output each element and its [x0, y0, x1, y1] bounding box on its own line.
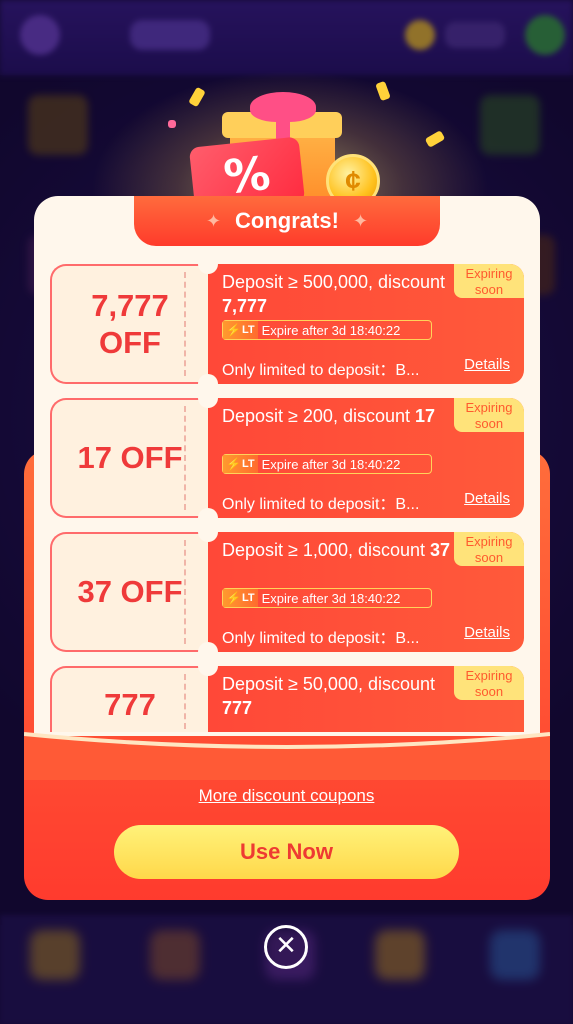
sparkle-icon: ✦ — [352, 210, 369, 231]
modal-title: Congrats! — [235, 208, 339, 233]
close-icon[interactable]: ✕ — [264, 925, 308, 969]
perforation-line — [184, 540, 186, 644]
perforation-line — [184, 272, 186, 376]
coupon-amount: 37 OFF — [77, 574, 183, 610]
coupon-notch — [198, 656, 218, 676]
coupon-amount-suffix: OFF — [98, 325, 161, 360]
expire-timer: ⚡ LT Expire after 3d 18:40:22 — [222, 454, 432, 474]
coupon-amount: 17 OFF — [77, 440, 183, 476]
coupon-description: Deposit ≥ 200, discount 17 — [222, 406, 436, 426]
coupon-amount: 777 — [104, 687, 156, 722]
limited-time-tag: ⚡ LT — [223, 589, 258, 607]
more-discount-coupons-link[interactable]: More discount coupons — [0, 786, 573, 806]
confetti — [168, 120, 176, 128]
coupon-amount: 7,777 — [91, 287, 169, 323]
lightning-icon: ⚡ — [226, 591, 241, 605]
expire-timer: ⚡ LT Expire after 3d 18:40:22 — [222, 588, 432, 608]
expiring-soon-badge: Expiring soon — [454, 398, 524, 432]
expire-countdown: Expire after 3d 18:40:22 — [261, 456, 401, 472]
expiring-soon-badge: Expiring soon — [454, 532, 524, 566]
use-now-button[interactable]: Use Now — [114, 825, 459, 879]
coupon-description: Deposit ≥ 1,000, discount 37 — [222, 540, 451, 560]
limited-time-tag: ⚡ LT — [223, 321, 258, 339]
lightning-icon: ⚡ — [226, 457, 241, 471]
coupon-list[interactable]: 7,777 OFF Deposit ≥ 500,000, discount 7,… — [50, 264, 524, 732]
expire-countdown: Expire after 3d 18:40:22 — [261, 590, 401, 606]
deposit-limit-text: Only limited to deposit：B... — [222, 362, 420, 379]
modal-header: ✦ Congrats! ✦ — [134, 196, 440, 246]
coupon-card[interactable]: 7,777 OFF Deposit ≥ 500,000, discount 7,… — [50, 264, 524, 394]
deposit-limit-text: Only limited to deposit：B... — [222, 630, 420, 647]
coupon-card[interactable]: 37 OFF Deposit ≥ 1,000, discount 37 Expi… — [50, 522, 524, 662]
coupon-info-panel: Deposit ≥ 200, discount 17 Expiring soon… — [208, 398, 524, 518]
coupon-info-panel: Deposit ≥ 1,000, discount 37 Expiring so… — [208, 532, 524, 652]
sparkle-icon: ✦ — [205, 210, 222, 231]
gift-bow — [250, 92, 316, 122]
coupon-notch — [198, 522, 218, 542]
footer-wave — [24, 732, 550, 780]
perforation-line — [184, 406, 186, 510]
coupon-description: Deposit ≥ 500,000, discount 7,777 — [222, 272, 446, 316]
expire-countdown: Expire after 3d 18:40:22 — [261, 322, 401, 338]
limited-time-tag: ⚡ LT — [223, 455, 258, 473]
lightning-icon: ⚡ — [226, 323, 241, 337]
expiring-soon-badge: Expiring soon — [454, 264, 524, 298]
details-link[interactable]: Details — [464, 356, 510, 373]
coupon-card[interactable]: 17 OFF Deposit ≥ 200, discount 17 Expiri… — [50, 388, 524, 528]
expiring-soon-badge: Expiring soon — [454, 666, 524, 700]
expire-timer: ⚡ LT Expire after 3d 18:40:22 — [222, 320, 432, 340]
coupon-notch — [198, 388, 218, 408]
details-link[interactable]: Details — [464, 624, 510, 641]
coupon-info-panel: Deposit ≥ 500,000, discount 7,777 Expiri… — [208, 264, 524, 384]
details-link[interactable]: Details — [464, 490, 510, 507]
coupon-description: Deposit ≥ 50,000, discount 777 — [222, 674, 436, 718]
deposit-limit-text: Only limited to deposit：B... — [222, 496, 420, 513]
